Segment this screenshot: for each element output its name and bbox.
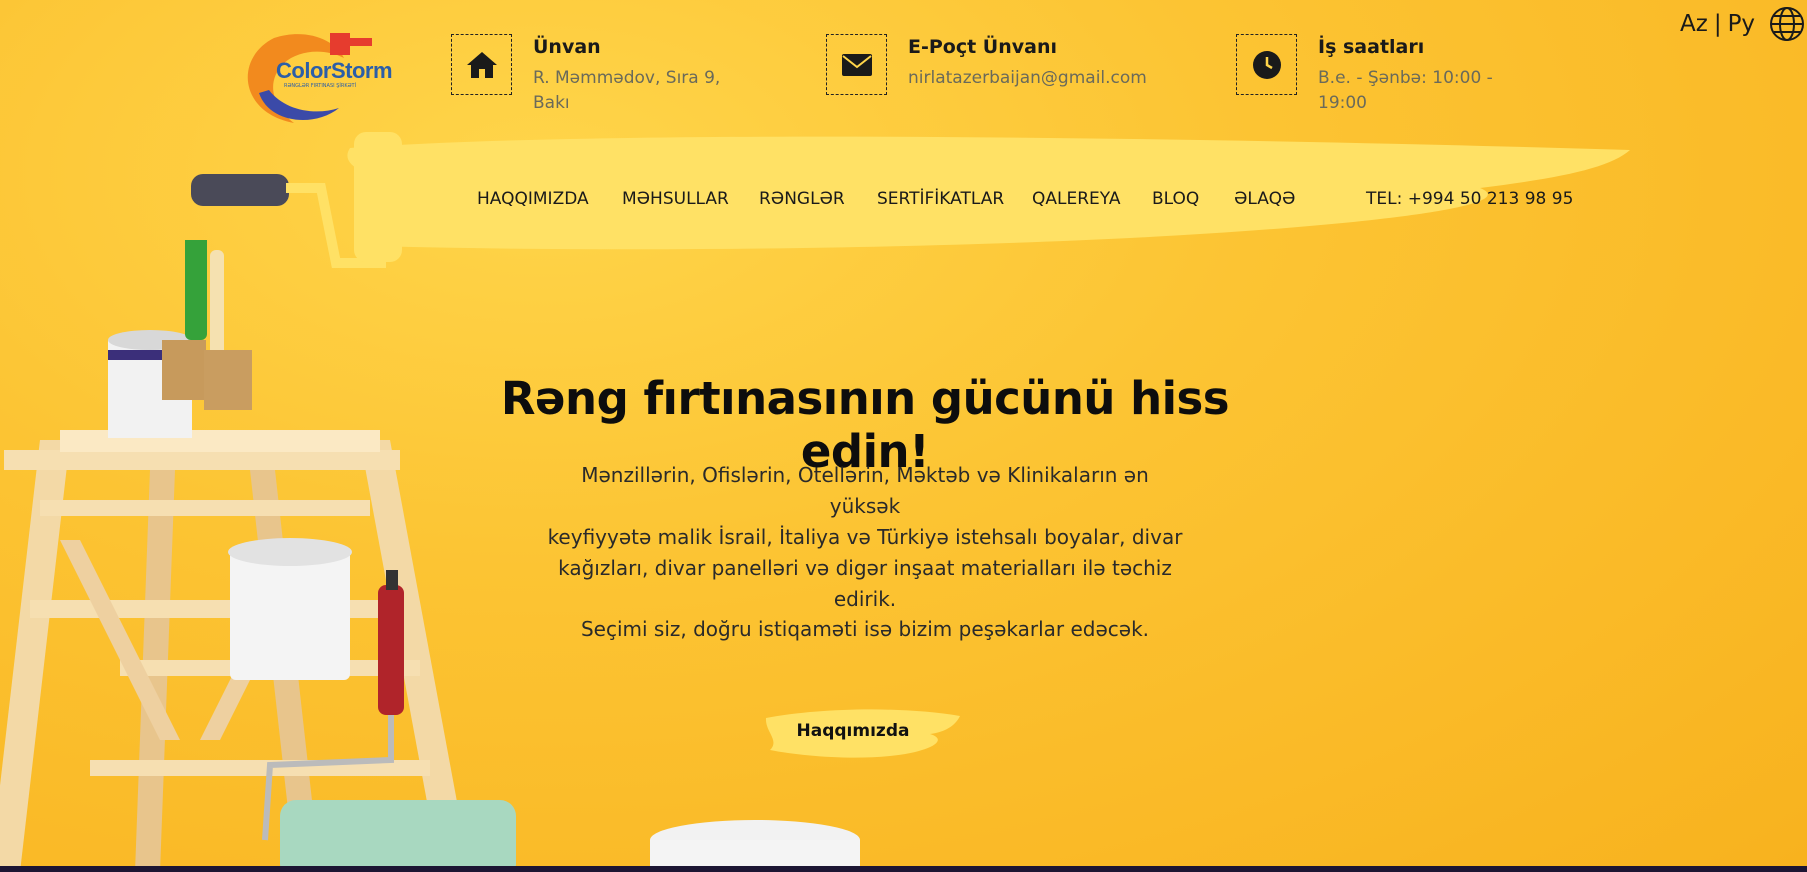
address-title: Ünvan [533,36,601,58]
lang-ru-link[interactable]: Ру [1728,11,1755,37]
hero-description-line-3: kağızları, divar panelləri və digər inşa… [558,556,1172,580]
language-switcher: Az | Ру [1680,6,1805,42]
nav-item-blog[interactable]: BLOQ [1152,189,1234,209]
nav-item-contact[interactable]: ƏLAQƏ [1234,189,1334,209]
address-block: Ünvan R. Məmmədov, Sıra 9, Bakı [451,34,720,116]
bottom-strip [0,866,1807,872]
nav-item-gallery[interactable]: QALEREYA [1032,189,1152,209]
email-title: E-Poçt Ünvanı [908,36,1058,58]
hero-subtext: Seçimi siz, doğru istiqaməti isə bizim p… [580,617,1150,641]
hours-value: B.e. - Şənbə: 10:00 - 19:00 [1318,66,1493,116]
nav-item-about[interactable]: HAQQIMIZDA [477,189,622,209]
brand-tagline: RƏNGLƏR FIRTINASI ŞİRKƏTİ [284,83,357,89]
nav-item-products[interactable]: MƏHSULLAR [622,189,759,209]
address-value: R. Məmmədov, Sıra 9, Bakı [533,66,720,116]
address-icon-box [451,34,512,95]
hours-line-1: B.e. - Şənbə: 10:00 - [1318,68,1493,88]
main-nav: HAQQIMIZDA MƏHSULLAR RƏNGLƏR SERTİFİKATL… [477,189,1334,209]
hours-title: İş saatları [1318,36,1425,58]
home-icon [466,51,497,78]
brand-logo[interactable]: ColorStorm RƏNGLƏR FIRTINASI ŞİRKƏTİ [244,28,402,126]
email-icon-box [826,34,887,95]
email-block: E-Poçt Ünvanı nirlatazerbaijan@gmail.com [826,34,1147,95]
hero-description: Mənzillərin, Ofislərin, Otellərin, Məktə… [545,460,1185,615]
hero-description-line-1: Mənzillərin, Ofislərin, Otellərin, Məktə… [581,463,1149,518]
about-us-button[interactable]: Haqqımızda [760,700,966,762]
hero-description-line-2: keyfiyyətə malik İsrail, İtaliya və Türk… [547,525,1183,549]
nav-item-certificates[interactable]: SERTİFİKATLAR [877,189,1032,209]
nav-item-colors[interactable]: RƏNGLƏR [759,189,877,209]
hours-icon-box [1236,34,1297,95]
brand-name: ColorStorm [276,58,393,83]
address-line-1: R. Məmmədov, Sıra 9, [533,68,721,88]
nav-phone[interactable]: TEL: +994 50 213 98 95 [1366,189,1573,209]
envelope-icon [841,53,872,76]
hours-line-2: 19:00 [1318,93,1367,113]
hours-block: İş saatları B.e. - Şənbə: 10:00 - 19:00 [1236,34,1493,116]
email-value[interactable]: nirlatazerbaijan@gmail.com [908,66,1147,91]
globe-icon[interactable] [1769,6,1805,42]
lang-az-link[interactable]: Az [1680,11,1708,37]
clock-icon [1252,50,1281,79]
lang-separator: | [1713,11,1722,37]
paint-roller-graphic [191,132,402,268]
about-us-button-label: Haqqımızda [796,721,910,741]
hero-description-line-4: edirik. [833,587,897,611]
address-line-2: Bakı [533,93,570,113]
